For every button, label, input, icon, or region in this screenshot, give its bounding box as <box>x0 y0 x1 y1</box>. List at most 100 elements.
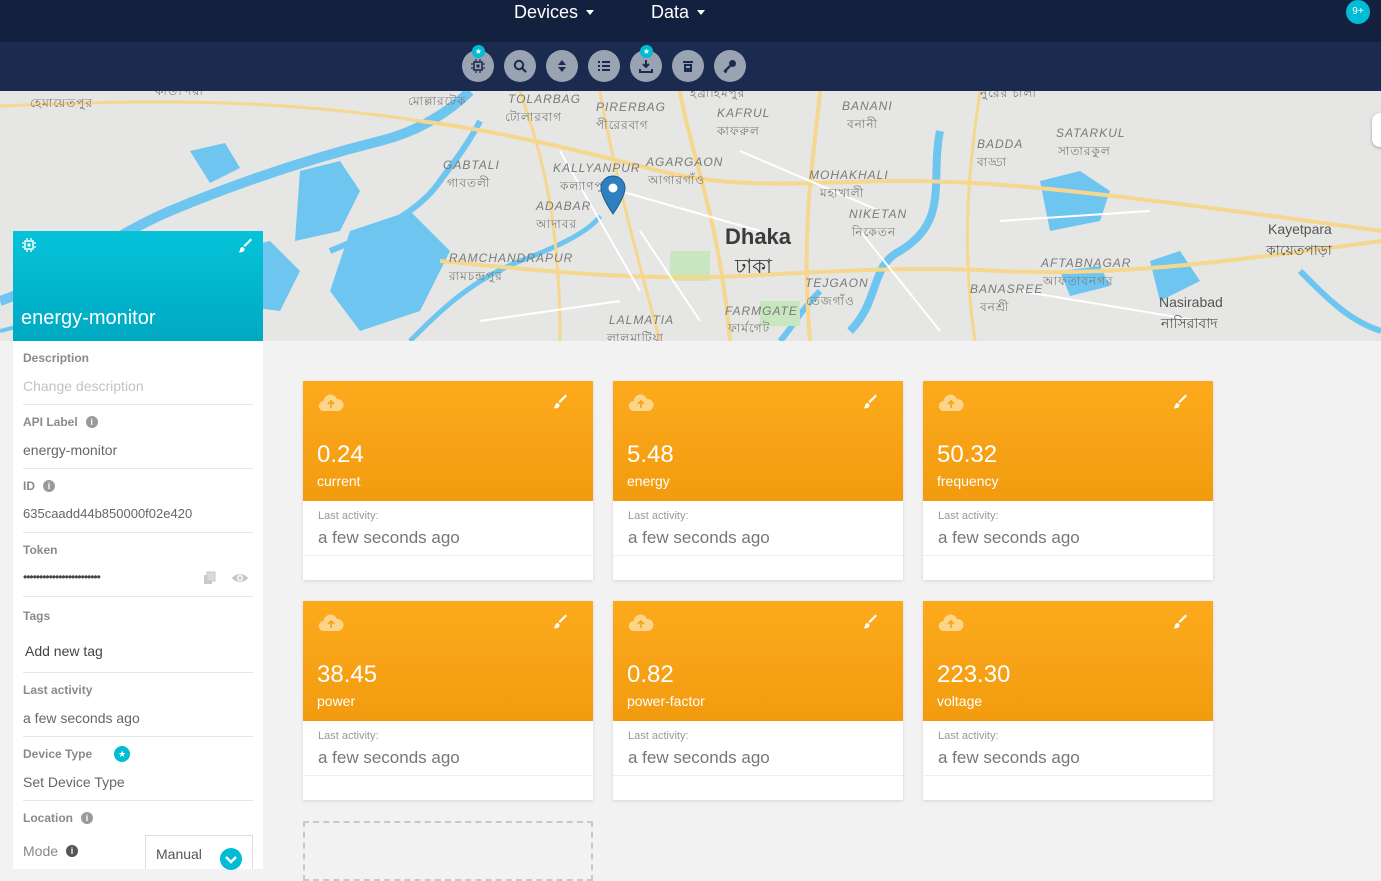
variable-name: power-factor <box>627 693 705 709</box>
device-chip-button[interactable]: ★ <box>462 45 494 82</box>
add-variable-card[interactable] <box>303 821 593 881</box>
location-field: Location i <box>23 809 253 833</box>
variable-card[interactable]: 38.45 power Last activity: a few seconds… <box>303 601 593 800</box>
map-label: Kayetpara <box>1268 221 1332 237</box>
device-name[interactable]: energy-monitor <box>21 307 156 330</box>
map-label: মোল্লারটেক <box>408 94 467 108</box>
info-icon[interactable]: i <box>43 480 55 492</box>
sort-button[interactable] <box>546 50 578 82</box>
cloud-upload-icon <box>938 394 964 412</box>
map-label: কাফরুল <box>717 124 760 138</box>
map-label: পীরেরবাগ <box>596 118 649 132</box>
api-label-field: API Label i energy-monitor <box>23 413 253 469</box>
last-activity-value: a few seconds ago <box>628 748 770 767</box>
top-navbar: Devices Data 9+ <box>0 0 1381 42</box>
copy-icon[interactable] <box>203 571 217 585</box>
variable-card-header: 0.82 power-factor <box>613 601 903 721</box>
tags-field: Tags Add new tag <box>23 607 253 673</box>
info-icon[interactable]: i <box>81 812 93 824</box>
last-activity-label: Last activity: <box>318 730 379 742</box>
map-label: PIRERBAG <box>596 100 667 114</box>
search-button[interactable] <box>504 50 536 82</box>
divider <box>303 555 593 556</box>
id-field: ID i 635caadd44b850000f02e420 <box>23 477 253 533</box>
api-label-value[interactable]: energy-monitor <box>23 442 253 462</box>
delete-button[interactable] <box>672 50 704 82</box>
map-label: আগারগাঁও <box>648 173 706 187</box>
last-activity-label: Last activity: <box>628 730 689 742</box>
map-label: TOLARBAG <box>508 92 582 106</box>
variable-card[interactable]: 50.32 frequency Last activity: a few sec… <box>923 381 1213 580</box>
location-heading: Location i <box>23 809 253 827</box>
key-icon <box>723 60 736 74</box>
variable-card-header: 38.45 power <box>303 601 593 721</box>
map-label: কাউন্দিয়া <box>155 91 204 98</box>
map-label: টোলারবাগ <box>505 110 562 124</box>
edit-brush-icon[interactable] <box>863 614 879 630</box>
last-activity-label: Last activity: <box>938 730 999 742</box>
chevron-down-icon <box>697 9 706 15</box>
map-label: বনানী <box>847 117 878 131</box>
chevron-down-icon <box>220 848 242 870</box>
map-label: KAFRUL <box>717 106 771 120</box>
info-icon[interactable]: i <box>66 845 79 857</box>
variable-value: 50.32 <box>937 441 998 468</box>
last-activity-value: a few seconds ago <box>318 528 460 547</box>
list-button[interactable] <box>588 50 620 82</box>
token-key-button[interactable] <box>714 50 746 82</box>
last-activity-value: a few seconds ago <box>938 748 1080 767</box>
variable-card-header: 223.30 voltage <box>923 601 1213 721</box>
mode-select-value: Manual <box>156 846 202 862</box>
map-label: নুরের চালা <box>980 91 1037 100</box>
download-button[interactable]: ★ <box>630 45 662 82</box>
device-type-input[interactable]: Set Device Type <box>23 774 253 794</box>
variable-name: voltage <box>937 693 983 709</box>
location-label: Location <box>23 811 73 825</box>
download-icon <box>639 60 653 73</box>
variable-card[interactable]: 5.48 energy Last activity: a few seconds… <box>613 381 903 580</box>
token-field: Token •••••••••••••••••••••••• <box>23 541 253 597</box>
device-type-heading: Device Type ★ <box>23 745 253 763</box>
cloud-upload-icon <box>938 614 964 632</box>
map-city-label: Dhaka <box>725 224 792 249</box>
edit-brush-icon[interactable] <box>553 394 569 410</box>
variable-card[interactable]: 0.24 current Last activity: a few second… <box>303 381 593 580</box>
cloud-upload-icon <box>318 394 344 412</box>
id-heading: ID i <box>23 477 253 495</box>
variable-name: power <box>317 693 356 709</box>
edit-brush-icon[interactable] <box>863 394 879 410</box>
nav-devices-menu[interactable]: Devices <box>514 0 595 24</box>
cloud-upload-icon <box>628 394 654 412</box>
edit-brush-icon[interactable] <box>553 614 569 630</box>
last-activity-field: Last activity a few seconds ago <box>23 681 253 737</box>
map-label: BANANI <box>842 99 893 113</box>
edit-brush-icon[interactable] <box>1173 614 1189 630</box>
add-tag-input[interactable]: Add new tag <box>23 643 253 663</box>
divider <box>923 555 1213 556</box>
variable-card[interactable]: 0.82 power-factor Last activity: a few s… <box>613 601 903 800</box>
map-label: তেজগাঁও <box>806 294 855 308</box>
token-label: Token <box>23 543 58 557</box>
id-value: 635caadd44b850000f02e420 <box>23 506 193 521</box>
mode-select[interactable]: Manual <box>145 835 253 870</box>
map-label: কায়েতপাড়া <box>1266 242 1332 258</box>
info-icon[interactable]: i <box>85 416 98 428</box>
location-pin-icon[interactable] <box>599 175 627 215</box>
device-header-card: energy-monitor <box>13 231 263 341</box>
last-activity-label: Last activity <box>23 683 93 697</box>
edit-brush-icon[interactable] <box>1173 394 1189 410</box>
description-input[interactable]: Change description <box>23 378 253 398</box>
mode-row: Mode i <box>23 843 79 859</box>
variable-value: 0.82 <box>627 661 674 688</box>
notifications-badge[interactable]: 9+ <box>1346 0 1370 24</box>
map-label: BANASREE <box>970 282 1044 296</box>
nav-data-menu[interactable]: Data <box>651 0 706 24</box>
edit-brush-icon[interactable] <box>238 238 254 254</box>
map-label: ফার্মগেট <box>728 321 771 335</box>
variable-card[interactable]: 223.30 voltage Last activity: a few seco… <box>923 601 1213 800</box>
map-label: Nasirabad <box>1159 294 1223 310</box>
map-label: বাড্ডা <box>977 155 1008 169</box>
eye-icon[interactable] <box>231 571 249 585</box>
map-expand-handle[interactable] <box>1372 113 1381 147</box>
map-label: RAMCHANDRAPUR <box>449 251 574 265</box>
